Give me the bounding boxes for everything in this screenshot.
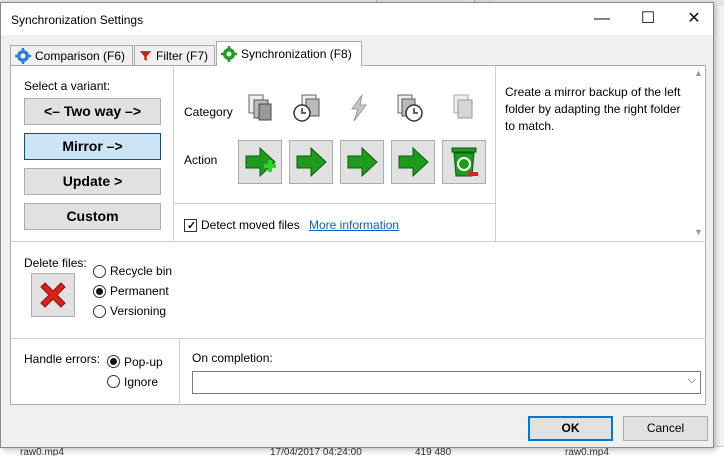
mirror-button[interactable]: Mirror –> [24, 133, 161, 160]
tab-filter-label: Filter (F7) [156, 48, 208, 63]
gear-green-icon [221, 46, 237, 62]
minimize-button[interactable]: — [579, 3, 625, 35]
category-action-section: Category Action ✓ Detect moved files Mor… [174, 66, 496, 241]
recycle-bin-radio[interactable] [93, 265, 106, 278]
tab-synchronization-label: Synchronization (F8) [241, 47, 352, 61]
arrow-right-icon [398, 146, 429, 178]
ignore-radio[interactable] [107, 375, 120, 388]
permanent-radio[interactable] [93, 285, 106, 298]
arrow-right-icon [296, 146, 327, 178]
arrow-right-icon [347, 146, 378, 178]
chevron-down-icon[interactable]: ⌵ [688, 374, 696, 387]
create-right-action-button[interactable] [238, 140, 282, 184]
left-only-file-icon [248, 94, 272, 121]
background-file-right: raw0.mp4 [565, 447, 609, 456]
permanent-label: Permanent [110, 284, 169, 298]
recycle-bin-icon [451, 147, 478, 177]
background-file-date: 17/04/2017 04:24:00 [270, 447, 362, 456]
close-button[interactable]: ✕ [671, 3, 717, 35]
delete-mode-button[interactable] [31, 273, 75, 317]
on-completion-label: On completion: [192, 351, 273, 365]
detect-moved-checkbox[interactable]: ✓ [184, 219, 197, 232]
arrow-plus-icon [245, 146, 276, 178]
variant-section: Select a variant: <– Two way –> Mirror –… [11, 66, 174, 241]
delete-files-label: Delete files: [24, 256, 87, 270]
action-label: Action [184, 153, 218, 167]
sync-panel: Select a variant: <– Two way –> Mirror –… [10, 65, 706, 405]
right-newer-icon [397, 94, 423, 122]
background-file-size: 419 480 [415, 447, 452, 456]
section-divider [174, 203, 496, 204]
handle-errors-label: Handle errors: [24, 352, 101, 366]
left-newer-icon [293, 94, 320, 122]
on-completion-select[interactable]: ⌵ [192, 371, 701, 394]
delete-right-action-button[interactable] [442, 140, 486, 184]
vertical-divider [179, 339, 180, 405]
popup-label: Pop-up [124, 355, 163, 369]
horizontal-divider-1 [11, 241, 706, 242]
scroll-up-icon[interactable]: ▲ [694, 68, 703, 78]
description-scrollbar[interactable]: ▲ ▼ [692, 66, 706, 241]
maximize-button[interactable]: ☐ [625, 3, 671, 35]
versioning-radio[interactable] [93, 305, 106, 318]
gear-blue-icon [15, 47, 31, 64]
delete-x-icon [40, 282, 66, 308]
window-title: Synchronization Settings [11, 13, 144, 27]
category-label: Category [184, 105, 233, 119]
detect-moved-label: Detect moved files [201, 218, 300, 232]
cancel-button[interactable]: Cancel [623, 416, 708, 441]
variant-description: Create a mirror backup of the left folde… [505, 85, 681, 133]
scroll-down-icon[interactable]: ▼ [694, 227, 703, 237]
tab-filter[interactable]: Filter (F7) [134, 45, 215, 65]
overwrite-right-action-button-2[interactable] [340, 140, 384, 184]
more-information-link[interactable]: More information [309, 218, 399, 232]
popup-radio[interactable] [107, 355, 120, 368]
sync-settings-dialog: Synchronization Settings — ☐ ✕ Compariso… [0, 2, 714, 448]
filter-icon [139, 50, 152, 61]
horizontal-divider-2 [11, 338, 706, 339]
custom-button[interactable]: Custom [24, 203, 161, 230]
background-window-right [713, 6, 724, 446]
right-only-file-icon [453, 94, 473, 119]
recycle-bin-label: Recycle bin [110, 264, 173, 278]
versioning-label: Versioning [110, 304, 167, 318]
tab-comparison-label: Comparison (F6) [35, 48, 126, 63]
overwrite-right-action-button-3[interactable] [391, 140, 435, 184]
tab-comparison[interactable]: Comparison (F6) [10, 45, 133, 65]
two-way-button[interactable]: <– Two way –> [24, 98, 161, 125]
overwrite-right-action-button-1[interactable] [289, 140, 333, 184]
background-file-left: raw0.mp4 [20, 447, 64, 456]
ok-button[interactable]: OK [528, 416, 613, 441]
title-bar: Synchronization Settings — ☐ ✕ [1, 3, 713, 35]
update-button[interactable]: Update > [24, 168, 161, 195]
variant-heading: Select a variant: [24, 79, 111, 93]
ignore-label: Ignore [124, 375, 159, 389]
tab-synchronization[interactable]: Synchronization (F8) [216, 41, 362, 66]
different-icon [351, 94, 367, 122]
check-icon: ✓ [187, 220, 197, 232]
